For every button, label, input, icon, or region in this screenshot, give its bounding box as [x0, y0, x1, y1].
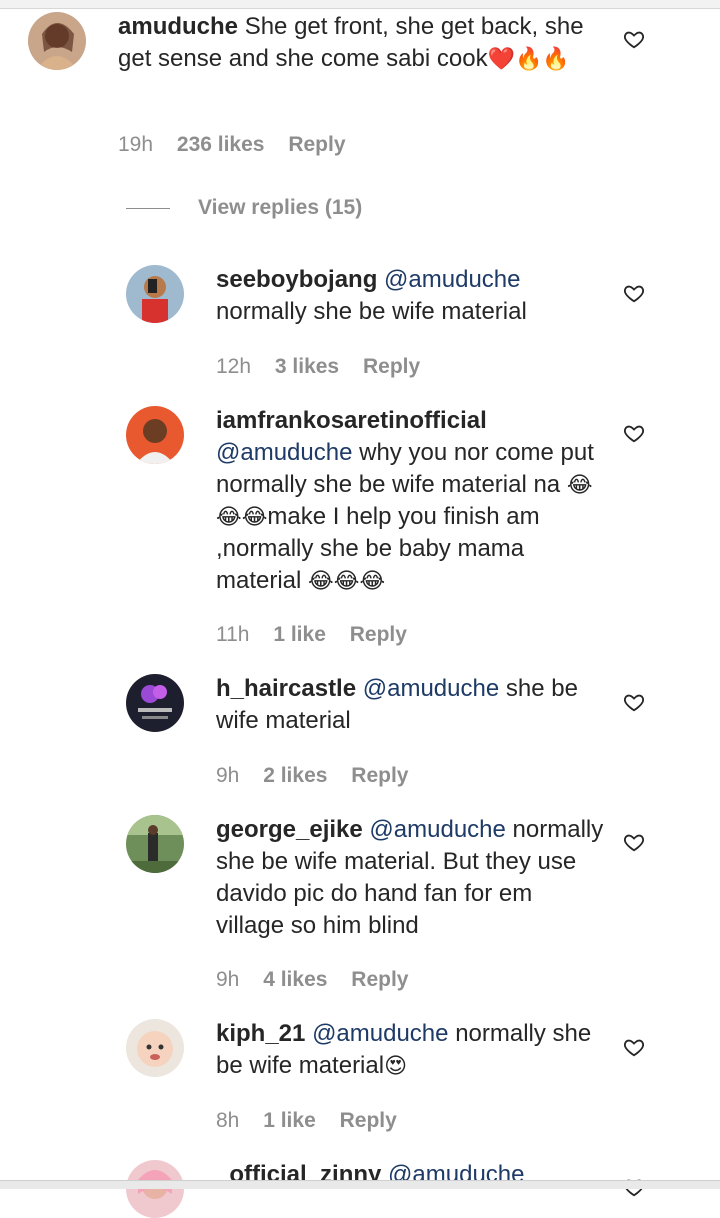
likes-count[interactable]: 4 likes	[263, 968, 327, 992]
like-heart-icon[interactable]	[623, 28, 645, 50]
like-heart-icon[interactable]	[623, 282, 645, 304]
username[interactable]: iamfrankosaretinofficial	[216, 407, 487, 434]
top-divider	[0, 0, 720, 9]
comment-text: iamfrankosaretinofficial @amuduche why y…	[216, 407, 594, 594]
username[interactable]: george_ejike	[216, 816, 363, 843]
reply-button[interactable]: Reply	[350, 623, 407, 647]
comment-text: h_haircastle @amuduche she be wife mater…	[216, 675, 578, 734]
likes-count[interactable]: 1 like	[273, 623, 326, 647]
username[interactable]: kiph_21	[216, 1020, 305, 1047]
username[interactable]: seeboybojang	[216, 266, 377, 293]
timestamp: 8h	[216, 1109, 240, 1132]
username[interactable]: h_haircastle	[216, 675, 356, 702]
likes-count[interactable]: 1 like	[263, 1109, 316, 1133]
mention-link[interactable]: @amuduche	[369, 816, 505, 843]
mention-link[interactable]: @amuduche	[216, 439, 352, 466]
username[interactable]: amuduche	[118, 13, 238, 40]
avatar[interactable]	[126, 674, 184, 732]
comment-meta: 9h 2 likes Reply	[216, 764, 408, 788]
bottom-divider	[0, 1180, 720, 1189]
comment-text: george_ejike @amuduche normally she be w…	[216, 816, 604, 939]
comment-meta: 19h 236 likes Reply	[118, 133, 346, 157]
like-heart-icon[interactable]	[623, 1036, 645, 1058]
timestamp: 12h	[216, 355, 252, 378]
divider-dash	[126, 207, 170, 209]
comment-text: kiph_21 @amuduche normally she be wife m…	[216, 1020, 592, 1079]
reply-button[interactable]: Reply	[288, 133, 345, 157]
comment-meta: 8h 1 like Reply	[216, 1109, 397, 1133]
comment-meta: 11h 1 like Reply	[216, 623, 407, 647]
comment-text: amuduche She get front, she get back, sh…	[118, 13, 584, 72]
reply-button[interactable]: Reply	[351, 764, 408, 788]
likes-count[interactable]: 3 likes	[275, 355, 339, 379]
mention-link[interactable]: @amuduche	[363, 675, 499, 702]
mention-link[interactable]: @amuduche	[312, 1020, 448, 1047]
timestamp: 9h	[216, 968, 240, 991]
timestamp: 19h	[118, 133, 154, 156]
comment-meta: 9h 4 likes Reply	[216, 968, 408, 992]
likes-count[interactable]: 236 likes	[177, 133, 265, 157]
mention-link[interactable]: @amuduche	[384, 266, 520, 293]
avatar[interactable]	[126, 265, 184, 323]
avatar[interactable]	[28, 12, 86, 70]
avatar[interactable]	[126, 1019, 184, 1077]
comment-meta: 12h 3 likes Reply	[216, 355, 420, 379]
reply-button[interactable]: Reply	[351, 968, 408, 992]
like-heart-icon[interactable]	[623, 691, 645, 713]
likes-count[interactable]: 2 likes	[263, 764, 327, 788]
reply-button[interactable]: Reply	[340, 1109, 397, 1133]
timestamp: 11h	[216, 623, 250, 646]
avatar[interactable]	[126, 1160, 184, 1218]
reply-button[interactable]: Reply	[363, 355, 420, 379]
view-replies-button[interactable]: View replies (15)	[126, 196, 362, 220]
avatar[interactable]	[126, 815, 184, 873]
comment-text: seeboybojang @amuduche normally she be w…	[216, 266, 527, 325]
timestamp: 9h	[216, 764, 240, 787]
like-heart-icon[interactable]	[623, 422, 645, 444]
like-heart-icon[interactable]	[623, 831, 645, 853]
avatar[interactable]	[126, 406, 184, 464]
